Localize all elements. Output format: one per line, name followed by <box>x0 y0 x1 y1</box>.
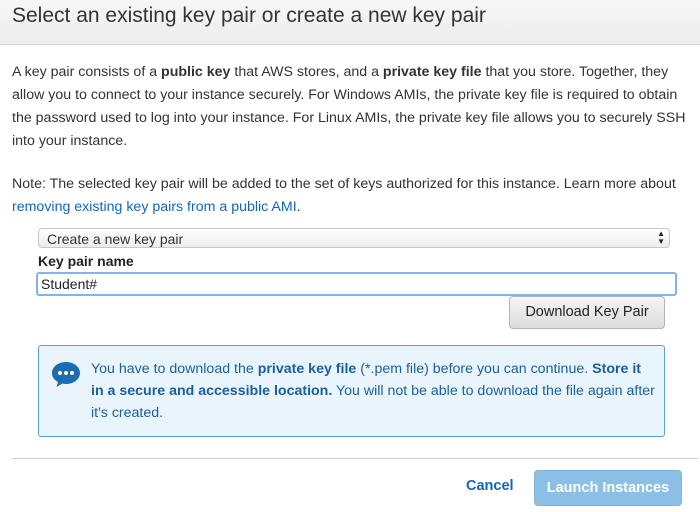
footer-divider <box>12 458 698 459</box>
select-value: Create a new key pair <box>47 231 184 247</box>
alert-text-1: You have to download the <box>91 361 258 377</box>
key-pair-name-input[interactable] <box>36 272 677 296</box>
note-paragraph: Note: The selected key pair will be adde… <box>12 173 692 219</box>
launch-instances-button[interactable]: Launch Instances <box>534 470 682 506</box>
download-key-pair-button[interactable]: Download Key Pair <box>509 296 665 329</box>
remove-key-pairs-link[interactable]: removing existing key pairs from a publi… <box>12 199 297 215</box>
key-pair-option-select[interactable]: Create a new key pair ▲ ▼ <box>38 228 670 248</box>
cancel-button[interactable]: Cancel <box>466 478 514 494</box>
note-text: Note: The selected key pair will be adde… <box>12 176 676 192</box>
intro-bold-public-key: public key <box>161 64 231 80</box>
key-pair-name-label: Key pair name <box>38 253 134 269</box>
chat-bubble-icon <box>52 362 80 387</box>
intro-text-2: that AWS stores, and a <box>230 64 383 80</box>
intro-text-1: A key pair consists of a <box>12 64 162 80</box>
intro-bold-private-key-file: private key file <box>382 64 482 80</box>
intro-paragraph: A key pair consists of a public key that… <box>12 61 692 153</box>
alert-text: You have to download the private key fil… <box>91 358 657 424</box>
note-end: . <box>296 199 301 215</box>
info-alert: You have to download the private key fil… <box>38 345 665 437</box>
alert-text-2: (*.pem file) before you can continue. <box>356 361 593 377</box>
alert-bold-private-key-file: private key file <box>257 361 357 377</box>
dialog-title: Select an existing key pair or create a … <box>12 4 486 27</box>
select-arrows-icon: ▲ ▼ <box>657 229 665 246</box>
dialog-header: Select an existing key pair or create a … <box>0 0 700 45</box>
